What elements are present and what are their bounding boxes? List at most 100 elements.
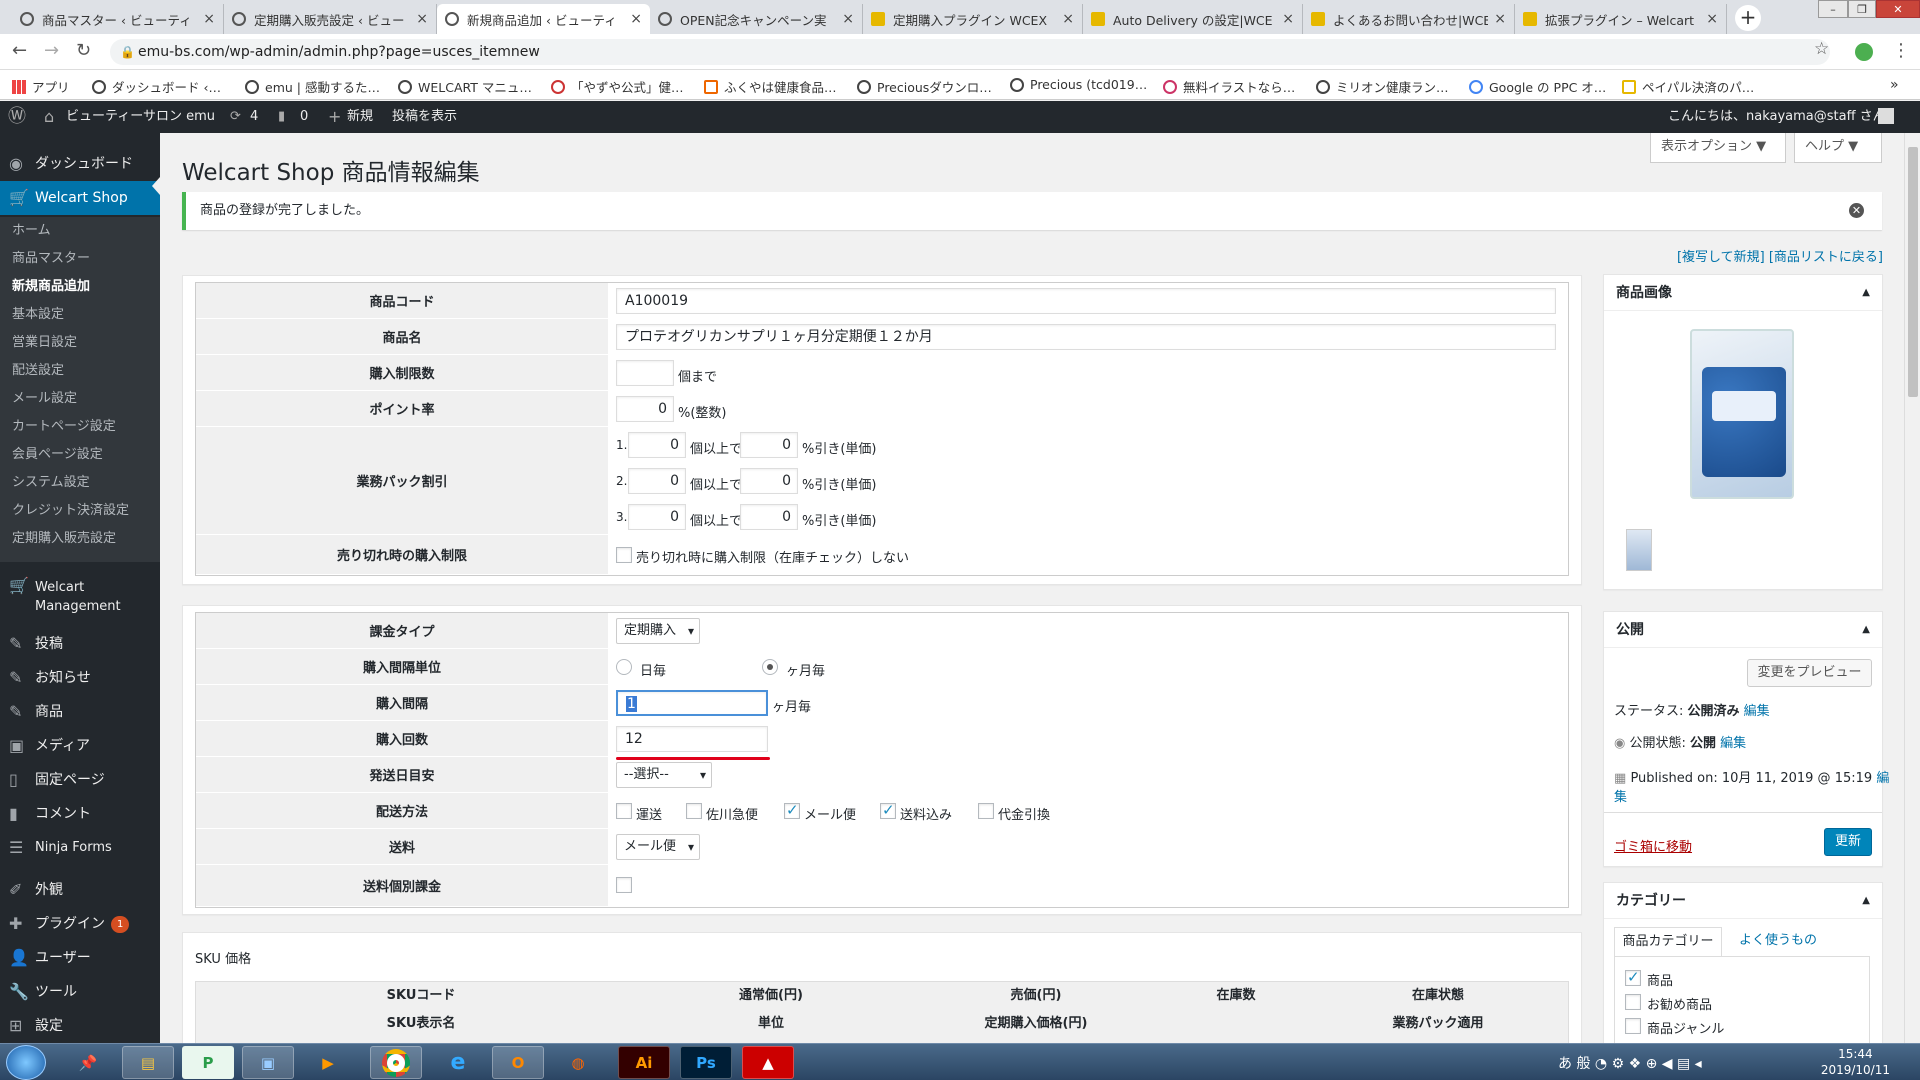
pack-qty-input[interactable]: 0 bbox=[628, 468, 686, 494]
media-player-icon[interactable]: ▶ bbox=[302, 1046, 354, 1079]
acrobat-icon[interactable]: ▲ bbox=[742, 1046, 794, 1079]
taskbar-clock[interactable]: 15:44 2019/10/11 bbox=[1821, 1046, 1890, 1078]
bookmark-item[interactable]: WELCART マニュ… bbox=[398, 77, 532, 96]
purchase-limit-input[interactable] bbox=[616, 360, 674, 386]
sidebar-item-settings[interactable]: ⊞ 設定 bbox=[0, 1009, 160, 1043]
dismiss-notice-icon[interactable]: ✕ bbox=[1849, 203, 1864, 218]
ship-date-select[interactable]: --選択-- bbox=[616, 762, 712, 788]
start-button[interactable] bbox=[6, 1045, 46, 1080]
submenu-new-item[interactable]: 新規商品追加 bbox=[0, 273, 160, 301]
tab-auto-delivery[interactable]: Auto Delivery の設定|WCE × bbox=[1083, 4, 1303, 34]
updates-icon[interactable]: ⟳ bbox=[230, 101, 241, 133]
bookmark-item[interactable]: emu | 感動するた… bbox=[245, 77, 380, 96]
update-button[interactable]: 更新 bbox=[1824, 828, 1872, 856]
close-tab-icon[interactable]: × bbox=[1062, 11, 1074, 27]
bookmark-item[interactable]: 無料イラストなら… bbox=[1163, 77, 1295, 96]
preview-changes-button[interactable]: 変更をプレビュー bbox=[1747, 659, 1872, 687]
category-checkbox[interactable] bbox=[1625, 994, 1641, 1010]
tab-wcex-plugin[interactable]: 定期購入プラグイン WCEX × bbox=[863, 4, 1083, 34]
category-header[interactable]: カテゴリー ▲ bbox=[1604, 883, 1882, 919]
sidebar-item-welcart-management[interactable]: 🛒 Welcart Management bbox=[0, 573, 160, 619]
category-checkbox[interactable] bbox=[1625, 968, 1641, 986]
close-tab-icon[interactable]: × bbox=[1494, 11, 1506, 27]
soldout-checkbox[interactable] bbox=[616, 547, 632, 563]
photoshop-icon[interactable]: Ps bbox=[680, 1046, 732, 1079]
bookmark-item[interactable]: ペイパル決済のパ… bbox=[1622, 77, 1754, 96]
chrome-icon[interactable] bbox=[370, 1046, 422, 1079]
copy-and-list-links[interactable]: [複写して新規] [商品リストに戻る] bbox=[1600, 246, 1883, 265]
sidebar-item-ninja-forms[interactable]: ☰ Ninja Forms bbox=[0, 831, 160, 865]
collapse-icon[interactable]: ▲ bbox=[1862, 612, 1870, 648]
pack-rate-input[interactable]: 0 bbox=[740, 504, 798, 530]
submenu-mail[interactable]: メール設定 bbox=[0, 385, 160, 413]
bookmark-item[interactable]: Preciousダウンロ… bbox=[857, 77, 992, 96]
item-code-input[interactable]: A100019 bbox=[616, 288, 1556, 314]
tab-extension-plugins[interactable]: 拡張プラグイン – Welcart × bbox=[1515, 4, 1727, 34]
updates-count[interactable]: 4 bbox=[250, 101, 258, 133]
new-content-link[interactable]: 新規 bbox=[347, 101, 373, 133]
collapse-icon[interactable]: ▲ bbox=[1862, 883, 1870, 919]
sidebar-item-appearance[interactable]: ✐ 外観 bbox=[0, 873, 160, 907]
scrollbar-thumb[interactable] bbox=[1908, 147, 1918, 397]
delivery-checkbox[interactable] bbox=[616, 803, 632, 819]
system-tray-icons[interactable]: あ 般 ◔ ⚙ ❖ ⊕ ◀ ▤ ◂ bbox=[1558, 1053, 1702, 1073]
back-icon[interactable]: ← bbox=[12, 40, 27, 61]
pack-qty-input[interactable]: 0 bbox=[628, 432, 686, 458]
publish-header[interactable]: 公開 ▲ bbox=[1604, 612, 1882, 648]
explorer-icon[interactable]: ▤ bbox=[122, 1046, 174, 1079]
pin-app-icon[interactable]: 📌 bbox=[62, 1046, 114, 1079]
outlook-icon[interactable]: O bbox=[492, 1046, 544, 1079]
point-rate-input[interactable]: 0 bbox=[616, 396, 674, 422]
bookmark-item[interactable]: 「やずや公式」健… bbox=[551, 77, 684, 96]
interval-input[interactable]: 1 bbox=[616, 690, 768, 716]
firefox-icon[interactable]: ◍ bbox=[552, 1046, 604, 1079]
bookmark-item[interactable]: ふくやは健康食品… bbox=[704, 77, 837, 96]
new-tab-button[interactable]: + bbox=[1735, 5, 1761, 31]
forward-icon[interactable]: → bbox=[44, 40, 59, 61]
reload-icon[interactable]: ↻ bbox=[76, 40, 91, 61]
submenu-system[interactable]: システム設定 bbox=[0, 469, 160, 497]
sidebar-item-plugins[interactable]: ✚ プラグイン 1 bbox=[0, 907, 160, 941]
interval-month-radio[interactable] bbox=[762, 659, 778, 675]
sidebar-item-dashboard[interactable]: ◉ ダッシュボード bbox=[0, 147, 160, 181]
bookmark-item[interactable]: Google の PPC オ… bbox=[1469, 77, 1606, 96]
delivery-checkbox[interactable] bbox=[784, 801, 800, 819]
collapse-icon[interactable]: ▲ bbox=[1862, 275, 1870, 311]
bookmark-item[interactable]: Precious (tcd019… bbox=[1010, 77, 1147, 92]
delivery-checkbox[interactable] bbox=[978, 803, 994, 819]
comments-icon[interactable]: ▮ bbox=[278, 101, 285, 133]
count-input[interactable]: 12 bbox=[616, 726, 768, 752]
category-checkbox[interactable] bbox=[1625, 1018, 1641, 1034]
close-tab-icon[interactable]: × bbox=[630, 11, 642, 27]
tab-item-categories[interactable]: 商品カテゴリー bbox=[1614, 927, 1722, 957]
illustrator-icon[interactable]: Ai bbox=[618, 1046, 670, 1079]
sidebar-item-products[interactable]: ✎ 商品 bbox=[0, 695, 160, 729]
close-tab-icon[interactable]: × bbox=[842, 11, 854, 27]
sidebar-item-welcart-shop[interactable]: 🛒 Welcart Shop bbox=[0, 181, 160, 215]
close-tab-icon[interactable]: × bbox=[416, 11, 428, 27]
screen-options-button[interactable]: 表示オプション ▼ bbox=[1650, 133, 1786, 163]
bookmark-item[interactable]: ダッシュボード ‹… bbox=[92, 77, 221, 96]
submenu-credit[interactable]: クレジット決済設定 bbox=[0, 497, 160, 525]
sidebar-item-news[interactable]: ✎ お知らせ bbox=[0, 661, 160, 695]
close-tab-icon[interactable]: × bbox=[1282, 11, 1294, 27]
tab-new-item[interactable]: 新規商品追加 ‹ ビューティ × bbox=[437, 4, 650, 34]
sidebar-item-posts[interactable]: ✎ 投稿 bbox=[0, 627, 160, 661]
visibility-edit-link[interactable]: 編集 bbox=[1720, 736, 1746, 751]
item-name-input[interactable]: プロテオグリカンサプリ１ヶ月分定期便１２か月 bbox=[616, 324, 1556, 350]
page-scrollbar[interactable] bbox=[1904, 133, 1920, 1043]
bookmark-apps[interactable]: アプリ bbox=[12, 77, 70, 96]
individual-shipping-checkbox[interactable] bbox=[616, 877, 632, 893]
trash-link[interactable]: ゴミ箱に移動 bbox=[1614, 836, 1692, 855]
sidebar-item-pages[interactable]: ▯ 固定ページ bbox=[0, 763, 160, 797]
home-icon[interactable]: ⌂ bbox=[44, 101, 54, 133]
sidebar-item-users[interactable]: 👤 ユーザー bbox=[0, 941, 160, 975]
sidebar-item-comments[interactable]: ▮ コメント bbox=[0, 797, 160, 831]
profile-avatar[interactable] bbox=[1855, 43, 1873, 61]
shipping-select[interactable]: メール便 bbox=[616, 834, 700, 860]
delivery-checkbox[interactable] bbox=[686, 803, 702, 819]
comments-count[interactable]: 0 bbox=[300, 101, 308, 133]
product-image[interactable] bbox=[1690, 329, 1794, 499]
status-edit-link[interactable]: 編集 bbox=[1744, 704, 1770, 719]
sidebar-item-tools[interactable]: 🔧 ツール bbox=[0, 975, 160, 1009]
